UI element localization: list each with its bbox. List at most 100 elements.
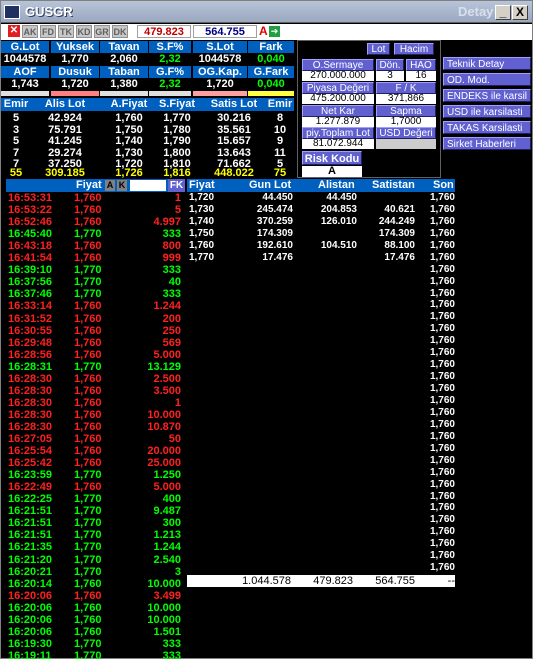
- trade-row[interactable]: 16:20:06 1,760 1.501: [6, 626, 185, 638]
- minimize-button[interactable]: _: [495, 5, 511, 20]
- orderbook-cell[interactable]: 35.561: [204, 124, 264, 136]
- trade-row[interactable]: 16:28:30 1,760 1: [6, 397, 185, 409]
- orderbook-cell[interactable]: 1,730: [105, 147, 153, 159]
- trade-price: 1,770: [74, 529, 102, 542]
- orderbook-cell[interactable]: 13.643: [204, 147, 264, 159]
- trade-row[interactable]: 16:53:31 1,760 1: [6, 192, 185, 204]
- trade-lot: 200: [162, 312, 181, 325]
- orderbook-cell[interactable]: 30.216: [204, 112, 264, 124]
- orderbook-cell[interactable]: 5: [1, 112, 31, 124]
- trade-row[interactable]: 16:20:06 1,760 10.000: [6, 614, 185, 626]
- son-value: 1,760: [429, 526, 455, 538]
- depth-header-son: Son: [433, 179, 454, 191]
- trade-lot: 1.501: [153, 625, 181, 638]
- trade-row[interactable]: 16:31:52 1,760 200: [6, 313, 185, 325]
- trade-row[interactable]: 16:22:25 1,770 400: [6, 493, 185, 505]
- trade-row[interactable]: 16:21:51 1,770 300: [6, 517, 185, 529]
- trades-header-fk[interactable]: FK: [168, 179, 185, 192]
- arrow-right-icon[interactable]: ➔: [269, 26, 280, 37]
- total-son: --: [447, 575, 455, 587]
- orderbook-cell[interactable]: 5: [1, 135, 31, 147]
- remove-icon[interactable]: ✕: [8, 25, 20, 37]
- trade-lot: 40: [168, 276, 181, 289]
- title-bar[interactable]: GUSGR Detay _ X: [1, 1, 532, 23]
- orderbook-cell[interactable]: 10: [266, 124, 294, 136]
- trade-row[interactable]: 16:20:14 1,760 10.000: [6, 578, 185, 590]
- tab-ak[interactable]: AK: [22, 25, 38, 38]
- trade-row[interactable]: 16:37:56 1,770 40: [6, 276, 185, 288]
- orderbook-cell[interactable]: 42.924: [31, 112, 99, 124]
- orderbook-cell[interactable]: 1,800: [153, 147, 201, 159]
- trades-header-k[interactable]: K: [117, 180, 127, 191]
- trade-row[interactable]: 16:28:30 1,760 10.000: [6, 409, 185, 421]
- trades-header-a[interactable]: A: [105, 180, 115, 191]
- trade-lot: 1.244: [153, 541, 181, 554]
- trade-row[interactable]: 16:19:30 1,770 333: [6, 638, 185, 650]
- trade-row[interactable]: 16:27:05 1,760 50: [6, 433, 185, 445]
- trade-row[interactable]: 16:21:51 1,770 1.213: [6, 529, 185, 541]
- side-button-2[interactable]: ENDEKS ile karsil: [443, 89, 531, 102]
- trade-row[interactable]: 16:19:11 1,770 333: [6, 650, 185, 659]
- trade-row[interactable]: 16:45:40 1,770 333: [6, 228, 185, 240]
- orderbook-cell[interactable]: 1,750: [105, 124, 153, 136]
- trade-row[interactable]: 16:23:59 1,770 1.250: [6, 469, 185, 481]
- trade-row[interactable]: 16:33:14 1,760 1.244: [6, 300, 185, 312]
- orderbook-cell[interactable]: 7: [1, 147, 31, 159]
- orderbook-cell[interactable]: 75.791: [31, 124, 99, 136]
- orderbook-cell[interactable]: 9: [266, 135, 294, 147]
- close-button[interactable]: X: [512, 5, 528, 20]
- orderbook-cell[interactable]: 41.245: [31, 135, 99, 147]
- trade-row[interactable]: 16:20:06 1,760 3.499: [6, 590, 185, 602]
- depth-totals: 1.044.578 479.823 564.755 --: [187, 575, 455, 587]
- trade-row[interactable]: 16:25:42 1,760 25.000: [6, 457, 185, 469]
- trade-row[interactable]: 16:30:55 1,760 250: [6, 325, 185, 337]
- side-button-0[interactable]: Teknik Detay: [443, 57, 531, 70]
- trade-row[interactable]: 16:20:06 1,760 10.000: [6, 602, 185, 614]
- tab-dk[interactable]: DK: [112, 25, 128, 38]
- orderbook-cell[interactable]: 1,760: [105, 112, 153, 124]
- tab-kd[interactable]: KD: [76, 25, 92, 38]
- side-button-1[interactable]: OD. Mod.: [443, 73, 531, 86]
- trade-row[interactable]: 16:52:46 1,760 4.997: [6, 216, 185, 228]
- orderbook-cell[interactable]: 29.274: [31, 147, 99, 159]
- orderbook-cell[interactable]: 1,770: [153, 112, 201, 124]
- trade-row[interactable]: 16:37:46 1,770 333: [6, 288, 185, 300]
- tab-fd[interactable]: FD: [40, 25, 56, 38]
- hacim-button[interactable]: Hacim: [394, 43, 434, 55]
- side-button-5[interactable]: Sirket Haberleri: [443, 137, 531, 150]
- trade-row[interactable]: 16:29:48 1,760 569: [6, 337, 185, 349]
- tab-gr[interactable]: GR: [94, 25, 110, 38]
- trade-row[interactable]: 16:21:35 1,770 1.244: [6, 541, 185, 553]
- usd-degeri-value: [376, 139, 436, 149]
- trade-row[interactable]: 16:28:30 1,760 3.500: [6, 385, 185, 397]
- trade-price: 1,770: [74, 505, 102, 518]
- orderbook-cell[interactable]: 3: [1, 124, 31, 136]
- trade-price: 1,760: [74, 589, 102, 602]
- trade-row[interactable]: 16:28:31 1,770 13.129: [6, 361, 185, 373]
- side-button-3[interactable]: USD ile karsilasti: [443, 105, 531, 118]
- orderbook-cell[interactable]: 1,740: [105, 135, 153, 147]
- orderbook-cell[interactable]: 8: [266, 112, 294, 124]
- trade-row[interactable]: 16:43:18 1,760 800: [6, 240, 185, 252]
- orderbook-cell[interactable]: 1,780: [153, 124, 201, 136]
- orderbook-cell[interactable]: 11: [266, 147, 294, 159]
- trade-row[interactable]: 16:39:10 1,770 333: [6, 264, 185, 276]
- trade-row[interactable]: 16:28:30 1,760 2.500: [6, 373, 185, 385]
- trade-row[interactable]: 16:25:54 1,760 20.000: [6, 445, 185, 457]
- trade-price: 1,760: [74, 336, 102, 349]
- trade-row[interactable]: 16:41:54 1,760 999: [6, 252, 185, 264]
- trade-row[interactable]: 16:28:56 1,760 5.000: [6, 349, 185, 361]
- trade-row[interactable]: 16:21:51 1,770 9.487: [6, 505, 185, 517]
- trades-filter-input[interactable]: [130, 180, 166, 191]
- orderbook-cell[interactable]: 15.657: [204, 135, 264, 147]
- trade-row[interactable]: 16:22:49 1,760 5.000: [6, 481, 185, 493]
- side-button-4[interactable]: TAKAS Karsilasti: [443, 121, 531, 134]
- tab-tk[interactable]: TK: [58, 25, 74, 38]
- trade-row[interactable]: 16:20:21 1,770 3: [6, 566, 185, 578]
- trade-row[interactable]: 16:28:30 1,760 10.870: [6, 421, 185, 433]
- trade-row[interactable]: 16:21:20 1,770 2.540: [6, 554, 185, 566]
- trade-row[interactable]: 16:53:22 1,760 5: [6, 204, 185, 216]
- son-value: 1,760: [429, 311, 455, 323]
- orderbook-cell[interactable]: 1,790: [153, 135, 201, 147]
- lot-button[interactable]: Lot: [367, 43, 390, 55]
